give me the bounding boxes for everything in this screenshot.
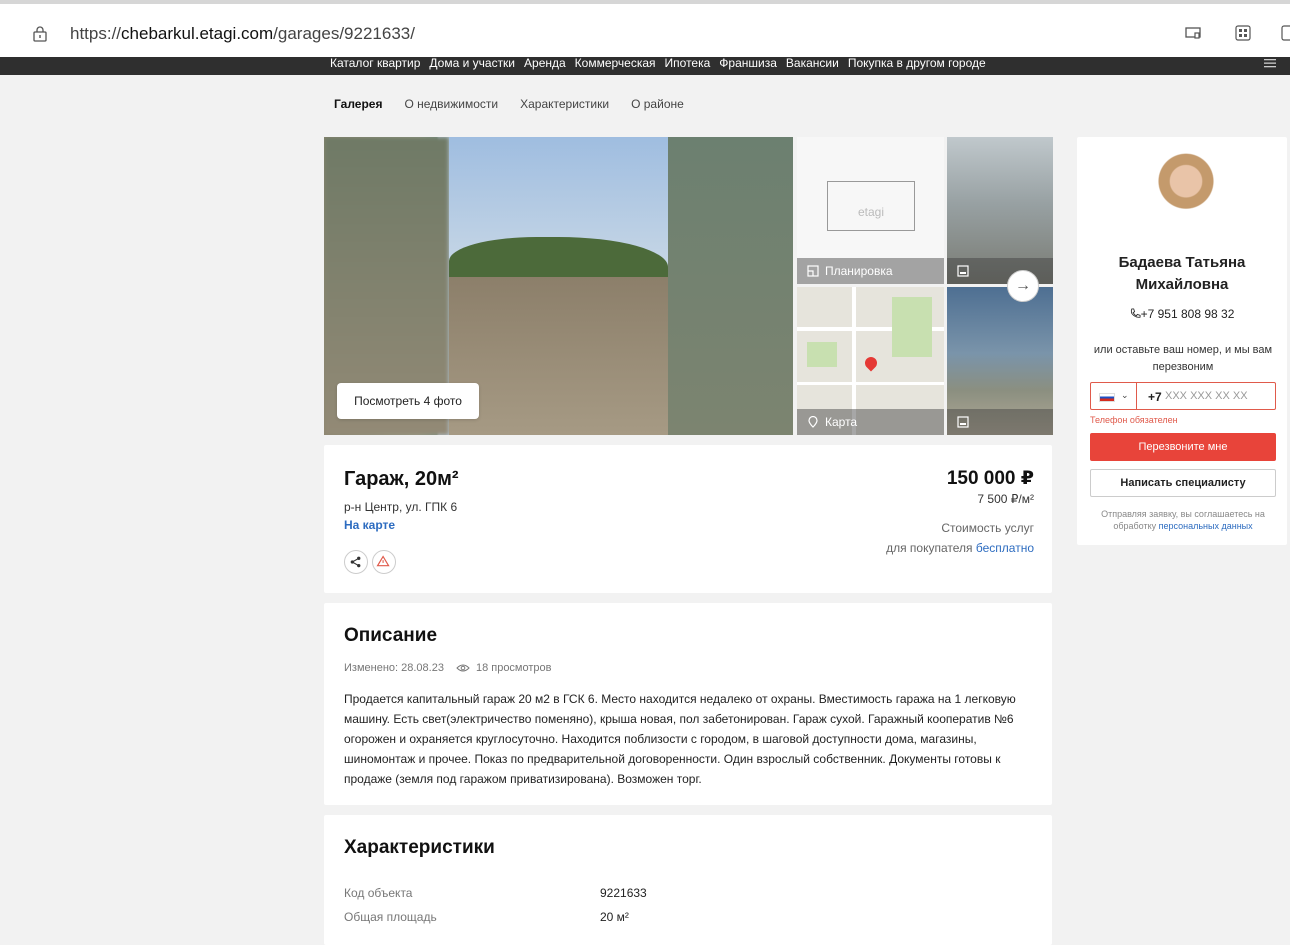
tab-district[interactable]: О районе	[631, 97, 684, 111]
image-icon	[957, 265, 969, 277]
report-button[interactable]	[372, 550, 396, 574]
agent-phone-number: +7 951 808 98 32	[1140, 307, 1235, 321]
consent-text: Отправляя заявку, вы соглашаетесь на обр…	[1085, 508, 1281, 532]
url-path: /garages/9221633/	[273, 24, 415, 43]
description-text: Продается капитальный гараж 20 м2 в ГСК …	[344, 692, 1016, 786]
phone-country-code: +7	[1148, 390, 1162, 404]
changed-date: Изменено: 28.08.23	[344, 662, 444, 674]
phone-icon	[1130, 308, 1141, 318]
floor-plan-icon	[807, 265, 819, 277]
map-park	[807, 342, 837, 367]
field-divider	[1136, 383, 1137, 409]
lock-icon	[33, 26, 47, 42]
characteristics-heading: Характеристики	[344, 837, 495, 858]
plan-caption-label: Планировка	[825, 264, 893, 278]
agent-phone[interactable]: +7 951 808 98 32	[1077, 307, 1287, 321]
char-key: Общая площадь	[344, 910, 437, 924]
chevron-down-icon[interactable]: ⌄	[1121, 390, 1129, 401]
nav-item-catalog[interactable]: Каталог квартир	[330, 57, 420, 69]
plan-caption: Планировка	[797, 258, 944, 284]
callback-button[interactable]: Перезвоните мне	[1090, 433, 1276, 461]
address-bar[interactable]: https://chebarkul.etagi.com/garages/9221…	[70, 24, 415, 44]
view-count: 18 просмотров	[475, 662, 552, 674]
photo-gallery: Посмотреть 4 фото etagi Планировка Карта…	[324, 137, 1053, 435]
top-navigation: Каталог квартир Дома и участки Аренда Ко…	[0, 57, 1290, 75]
description-heading: Описание	[344, 625, 438, 646]
agent-name-line2: Михайловна	[1135, 276, 1229, 293]
description-meta: Изменено: 28.08.23 18 просмотров	[344, 662, 552, 674]
share-button[interactable]	[344, 550, 368, 574]
nav-item-commercial[interactable]: Коммерческая	[575, 57, 656, 69]
listing-summary-card: Гараж, 20м² р-н Центр, ул. ГПК 6 На карт…	[324, 445, 1052, 593]
phone-field: ⌄ +7	[1090, 382, 1276, 410]
floor-plan-thumb[interactable]: etagi Планировка	[797, 137, 944, 284]
map-pin-icon	[862, 354, 880, 372]
main-photo[interactable]: Посмотреть 4 фото	[324, 137, 793, 435]
photo-blur-right	[668, 137, 793, 435]
price-per-sqm: 7 500 ₽/м²	[977, 492, 1034, 506]
map-caption: Карта	[797, 409, 944, 435]
russia-flag-icon[interactable]	[1099, 393, 1115, 402]
agent-name: Бадаева Татьяна Михайловна	[1077, 252, 1287, 296]
char-value: 9221633	[600, 886, 647, 900]
service-buyer-label: для покупателя	[886, 541, 973, 555]
listing-address: р-н Центр, ул. ГПК 6	[344, 500, 458, 514]
map-road	[797, 382, 944, 385]
agent-contact-card: Бадаева Татьяна Михайловна +7 951 808 98…	[1077, 137, 1287, 545]
section-tabs: Галерея О недвижимости Характеристики О …	[334, 97, 684, 111]
cast-icon[interactable]	[1184, 24, 1202, 42]
char-value: 20 м²	[600, 910, 629, 924]
photo-thumb-2[interactable]	[947, 287, 1053, 435]
service-free-link[interactable]: бесплатно	[976, 541, 1034, 555]
apps-icon[interactable]	[1234, 24, 1252, 42]
nav-item-franchise[interactable]: Франшиза	[719, 57, 777, 69]
view-photos-button[interactable]: Посмотреть 4 фото	[337, 383, 479, 419]
write-specialist-button[interactable]: Написать специалисту	[1090, 469, 1276, 497]
next-photo-button[interactable]: →	[1007, 270, 1039, 302]
image-icon	[957, 416, 969, 428]
tab-characteristics[interactable]: Характеристики	[520, 97, 609, 111]
tab-about[interactable]: О недвижимости	[404, 97, 498, 111]
photo-thumb-1[interactable]	[947, 137, 1053, 284]
browser-url-bar: https://chebarkul.etagi.com/garages/9221…	[0, 0, 1290, 57]
map-park	[892, 297, 932, 357]
nav-item-mortgage[interactable]: Ипотека	[665, 57, 711, 69]
phone-error: Телефон обязателен	[1090, 415, 1178, 425]
url-prefix: https://	[70, 24, 122, 43]
nav-item-houses[interactable]: Дома и участки	[429, 57, 515, 69]
agent-name-line1: Бадаева Татьяна	[1118, 254, 1246, 271]
characteristics-card: Характеристики Код объекта 9221633 Общая…	[324, 815, 1052, 945]
nav-item-other-city[interactable]: Покупка в другом городе	[848, 57, 986, 69]
listing-title: Гараж, 20м²	[344, 468, 459, 490]
eye-icon	[456, 664, 470, 672]
tab-gallery[interactable]: Галерея	[334, 97, 382, 111]
photo-ground	[449, 277, 668, 435]
service-cost-buyer: для покупателя бесплатно	[886, 541, 1034, 555]
warning-icon	[376, 555, 390, 567]
location-icon	[808, 416, 818, 428]
nav-item-rent[interactable]: Аренда	[524, 57, 566, 69]
share-icon	[350, 556, 361, 568]
callback-hint: или оставьте ваш номер, и мы вам перезво…	[1093, 344, 1273, 373]
sidebar-icon[interactable]	[1280, 24, 1290, 42]
menu-icon[interactable]	[1264, 58, 1276, 68]
url-host: chebarkul.etagi.com	[121, 24, 274, 43]
phone-input[interactable]	[1165, 387, 1270, 405]
agent-avatar	[1155, 150, 1217, 228]
personal-data-link[interactable]: персональных данных	[1159, 521, 1253, 531]
nav-item-vacancies[interactable]: Вакансии	[786, 57, 839, 69]
map-thumb[interactable]: Карта	[797, 287, 944, 435]
service-cost-label: Стоимость услуг	[941, 521, 1034, 535]
photo-thumb-2-caption	[947, 409, 1053, 435]
char-key: Код объекта	[344, 886, 413, 900]
plan-logo: etagi	[857, 205, 885, 219]
map-caption-label: Карта	[825, 415, 858, 429]
listing-price: 150 000 ₽	[946, 468, 1034, 489]
description-card: Описание Изменено: 28.08.23 18 просмотро…	[324, 603, 1052, 805]
on-map-link[interactable]: На карте	[344, 518, 395, 532]
